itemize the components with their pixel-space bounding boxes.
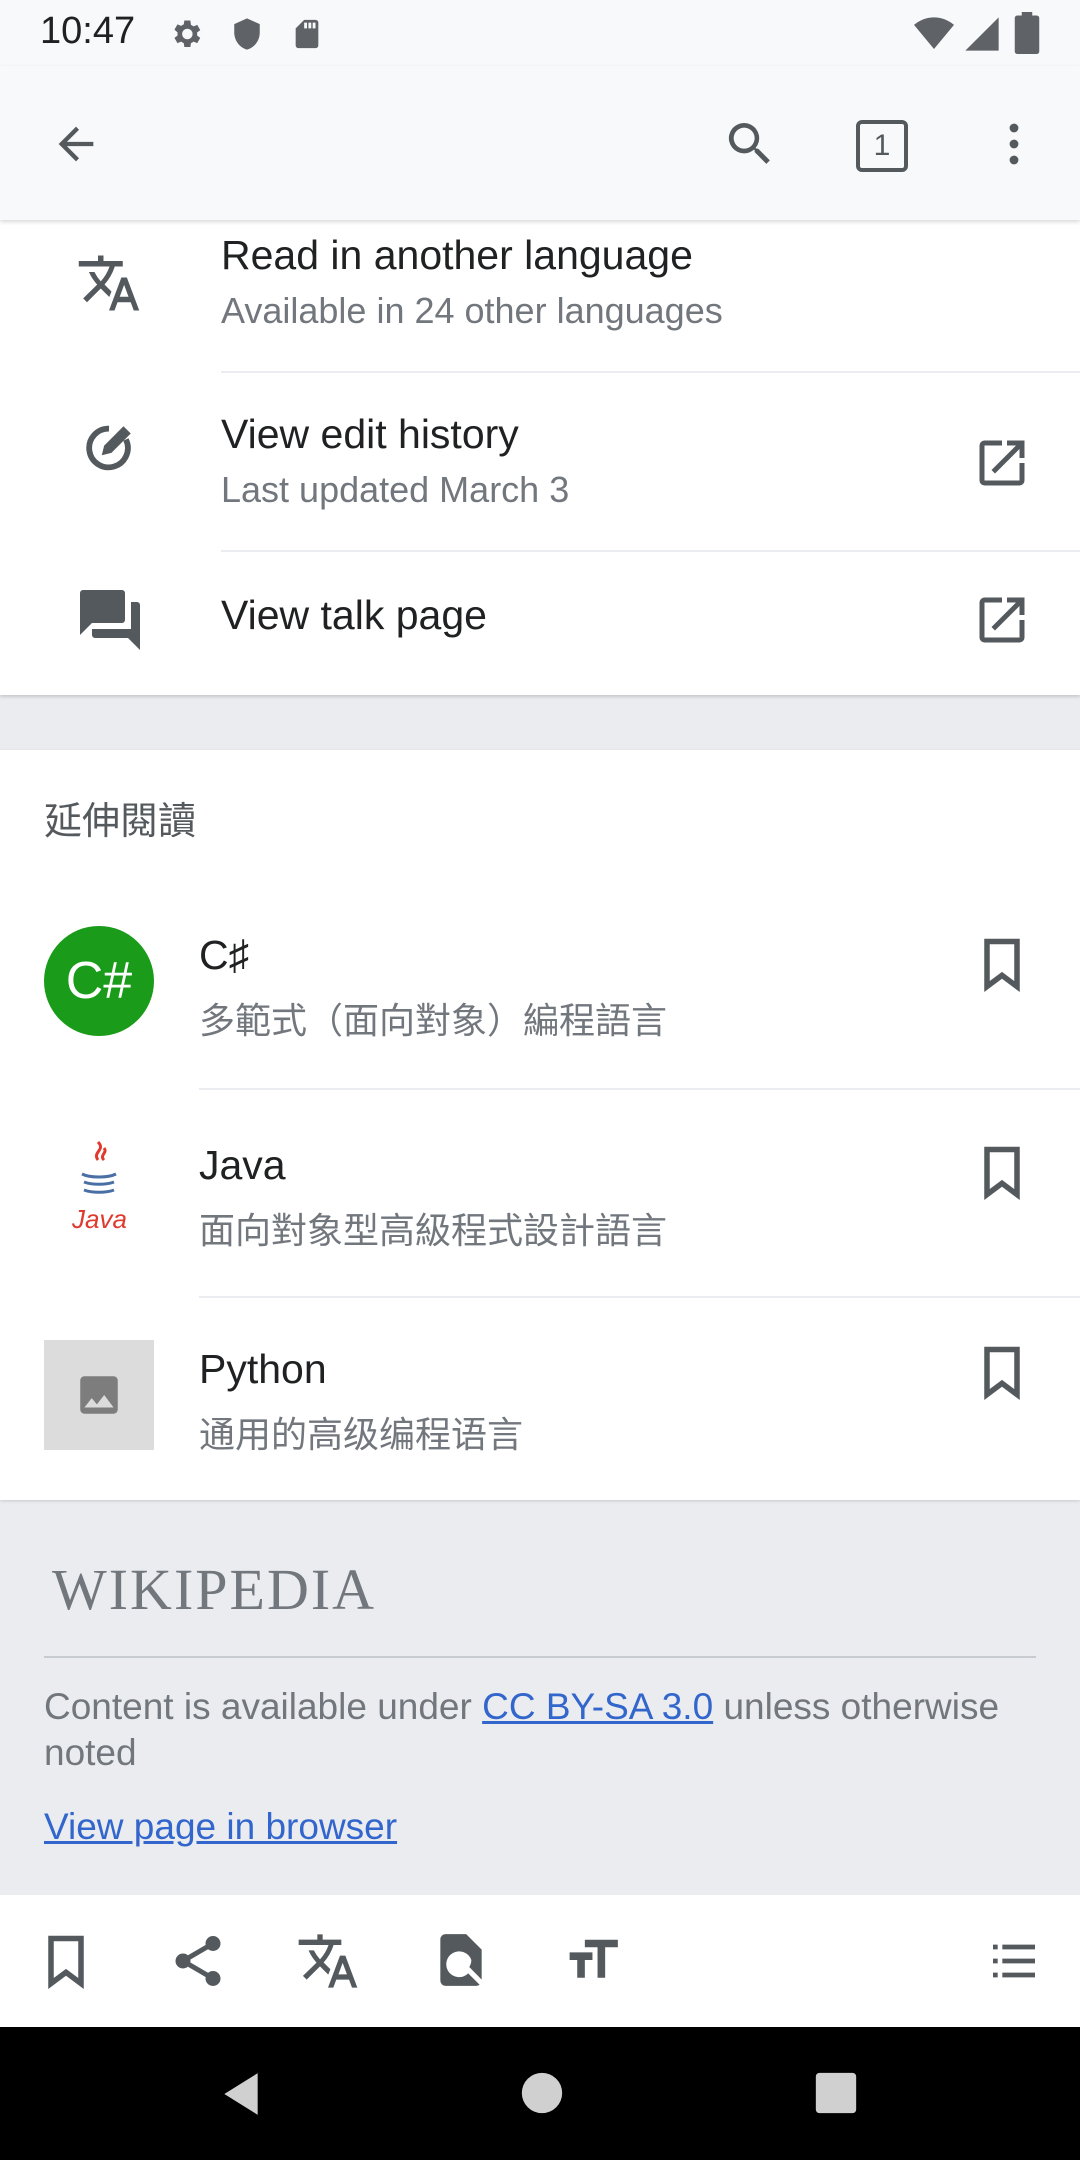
action-subtitle: Available in 24 other languages [221, 290, 723, 331]
image-icon [80, 1376, 118, 1414]
translate-icon[interactable] [296, 1929, 360, 1993]
footer-divider [44, 1656, 1036, 1658]
read-more-heading: 延伸閱讀 [44, 801, 197, 843]
wikipedia-wordmark: WIKIPEDIA [52, 1557, 377, 1622]
sd-card-icon [295, 19, 319, 49]
view-in-browser-link[interactable]: View page in browser [44, 1806, 397, 1848]
settings-icon [174, 20, 201, 48]
nav-back-icon[interactable] [216, 2069, 266, 2119]
image-placeholder [44, 1340, 154, 1450]
item-title: Java [199, 1142, 286, 1188]
read-more-item-python[interactable]: Python 通用的高级编程语言 [0, 1298, 1080, 1500]
overflow-menu-icon[interactable] [990, 118, 1038, 170]
read-more-item-java[interactable]: Java Java 面向對象型高級程式設計語言 [0, 1090, 1080, 1294]
text-size-icon[interactable] [562, 1929, 628, 1991]
battery-icon [1014, 12, 1040, 54]
action-title: View edit history [221, 411, 519, 457]
action-title: Read in another language [221, 232, 693, 278]
item-title: C♯ [199, 932, 250, 978]
item-description: 多範式（面向對象）編程語言 [199, 1000, 668, 1041]
article-actions-card: Read in another language Available in 24… [0, 220, 1080, 695]
item-title: Python [199, 1346, 327, 1392]
share-icon[interactable] [168, 1931, 228, 1991]
bookmark-icon[interactable] [972, 1342, 1032, 1402]
java-cup-icon [81, 1140, 117, 1194]
contents-icon[interactable] [984, 1933, 1044, 1989]
java-logo-text: Java [72, 1204, 127, 1234]
read-in-another-language-row[interactable]: Read in another language Available in 24… [0, 220, 1080, 370]
bookmark-icon[interactable] [972, 934, 1032, 994]
read-more-item-csharp[interactable]: C# C♯ 多範式（面向對象）編程語言 [0, 880, 1080, 1086]
talk-icon [80, 590, 140, 650]
shield-icon [234, 18, 260, 50]
action-title: View talk page [221, 592, 487, 638]
back-arrow-icon[interactable] [50, 118, 102, 170]
bookmark-icon[interactable] [972, 1142, 1032, 1202]
cell-signal-icon [965, 17, 999, 51]
license-link[interactable]: CC BY-SA 3.0 [482, 1686, 713, 1727]
view-talk-page-row[interactable]: View talk page [0, 552, 1080, 695]
view-edit-history-row[interactable]: View edit history Last updated March 3 [0, 373, 1080, 548]
status-time: 10:47 [40, 10, 136, 52]
app-toolbar: 1 [0, 66, 1080, 220]
java-logo: Java [44, 1140, 154, 1250]
item-description: 面向對象型高級程式設計語言 [199, 1210, 668, 1251]
csharp-thumbnail: C# [44, 926, 154, 1036]
status-bar: 10:47 [0, 0, 1080, 66]
search-icon[interactable] [722, 116, 778, 172]
bookmark-icon[interactable] [36, 1931, 96, 1991]
nav-recents-icon[interactable] [814, 2071, 858, 2115]
open-external-icon [979, 597, 1025, 643]
edit-history-icon [86, 425, 131, 471]
tabs-button[interactable]: 1 [856, 120, 908, 172]
action-subtitle: Last updated March 3 [221, 469, 570, 510]
article-bottom-toolbar [0, 1895, 1080, 2027]
open-external-icon [979, 440, 1025, 486]
item-description: 通用的高级编程语言 [199, 1414, 524, 1455]
license-text: Content is available under CC BY-SA 3.0 … [44, 1684, 1044, 1776]
nav-home-icon[interactable] [520, 2071, 564, 2115]
find-in-page-icon[interactable] [430, 1929, 492, 1991]
system-navigation-bar [0, 2027, 1080, 2160]
wifi-icon [914, 17, 954, 49]
translate-icon [78, 255, 140, 311]
license-prefix: Content is available under [44, 1686, 483, 1727]
